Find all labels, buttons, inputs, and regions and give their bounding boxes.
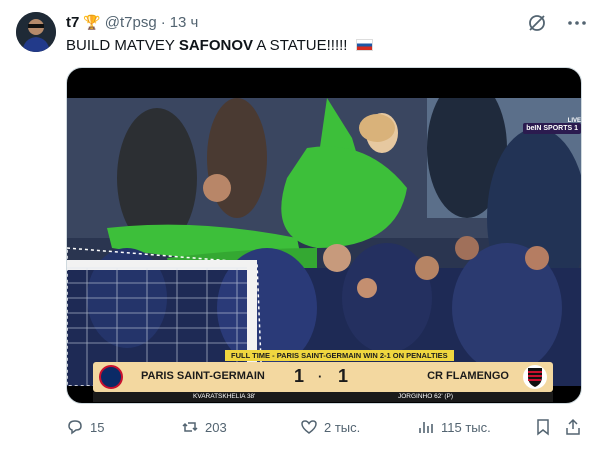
header-icons	[526, 12, 588, 34]
scorers-bar: KVARATSKHELIA 38' JORGINHO 62' (P)	[93, 392, 553, 402]
tweet-text-part1: BUILD MATVEY	[66, 37, 179, 54]
video-scene	[67, 98, 581, 386]
broadcaster-logo: LIVE beIN SPORTS 1	[523, 118, 581, 134]
views-button[interactable]: 115 тыс.	[417, 416, 491, 438]
home-team: PARIS SAINT-GERMAIN	[141, 370, 265, 382]
trophy-icon: 🏆	[83, 13, 101, 30]
tweet-media-video[interactable]: LIVE beIN SPORTS 1 FULL TIME - PARIS SAI…	[66, 67, 582, 404]
tweet-actions: 15 203 2 тыс. 115 тыс.	[66, 416, 586, 438]
like-count: 2 тыс.	[324, 419, 361, 435]
russia-flag-icon	[355, 39, 373, 51]
result-banner: FULL TIME - PARIS SAINT-GERMAIN WIN 2-1 …	[225, 350, 454, 361]
more-icon[interactable]	[566, 12, 588, 34]
broadcaster-name: beIN SPORTS 1	[523, 123, 581, 134]
flamengo-crest-icon	[523, 365, 547, 389]
away-team: CR FLAMENGO	[427, 370, 509, 382]
score-separator: ·	[318, 369, 323, 384]
separator: ·	[160, 13, 166, 31]
tweet-text: BUILD MATVEY SAFONOV A STATUE!!!!!	[66, 36, 373, 56]
tweet: t7 🏆 @t7psg · 13 ч BUILD MATVEY SAFONOV …	[0, 0, 606, 451]
author-handle[interactable]: @t7psg	[105, 14, 157, 31]
repost-count: 203	[205, 419, 227, 435]
bookmark-icon	[537, 419, 549, 436]
away-score: 1	[338, 366, 349, 386]
reply-count: 15	[90, 419, 105, 435]
video-frame: LIVE beIN SPORTS 1	[67, 98, 581, 386]
tweet-text-part2: A STATUE!!!!!	[253, 37, 352, 54]
psg-crest-icon	[99, 365, 123, 389]
home-score: 1	[294, 366, 305, 386]
reply-icon	[68, 420, 82, 435]
author-name[interactable]: t7	[66, 14, 79, 31]
view-count: 115 тыс.	[441, 419, 491, 435]
tweet-text-bold: SAFONOV	[178, 37, 253, 54]
bookmark-button[interactable]	[534, 416, 552, 438]
score-bar: PARIS SAINT-GERMAIN 1 · 1 CR FLAMENGO	[93, 362, 553, 392]
repost-icon	[182, 422, 198, 432]
avatar[interactable]	[16, 12, 56, 52]
tweet-header: t7 🏆 @t7psg · 13 ч	[66, 12, 198, 32]
home-scorer: KVARATSKHELIA 38'	[193, 393, 256, 400]
reply-button[interactable]: 15	[66, 416, 104, 438]
away-scorer: JORGINHO 62' (P)	[398, 393, 454, 400]
like-button[interactable]: 2 тыс.	[300, 416, 360, 438]
grok-icon[interactable]	[526, 12, 548, 34]
timestamp[interactable]: 13 ч	[170, 14, 199, 31]
share-button[interactable]	[564, 416, 582, 438]
views-icon	[419, 422, 433, 433]
scoreboard: FULL TIME - PARIS SAINT-GERMAIN WIN 2-1 …	[93, 350, 553, 403]
share-icon	[566, 418, 580, 435]
repost-button[interactable]: 203	[181, 416, 227, 438]
heart-icon	[301, 420, 317, 434]
